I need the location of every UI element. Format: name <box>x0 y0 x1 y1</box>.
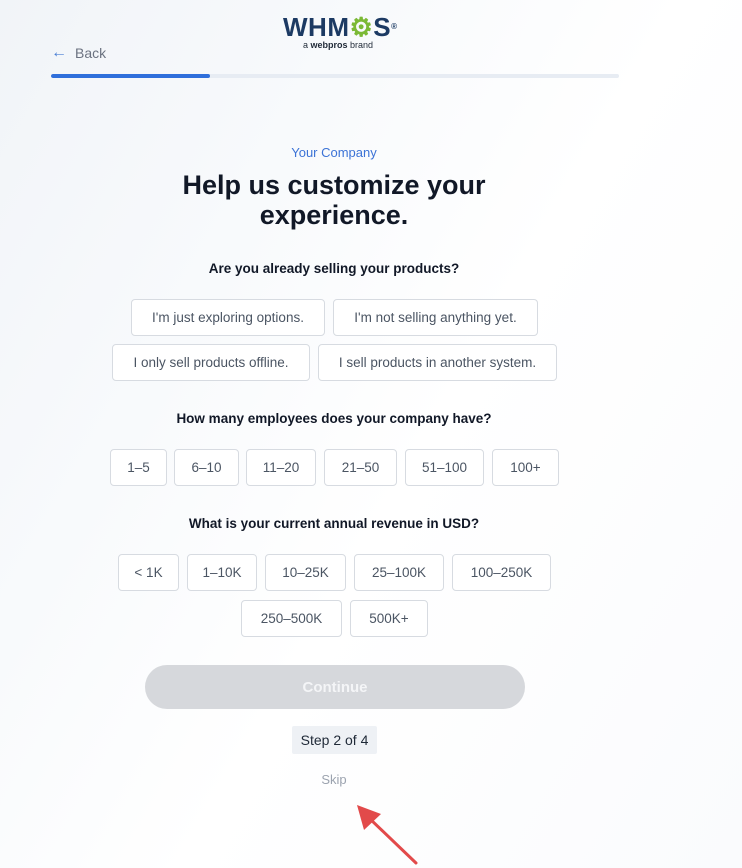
progress-fill <box>51 74 211 78</box>
option-employees-6-10[interactable]: 6–10 <box>174 449 239 486</box>
option-revenue-500k-plus[interactable]: 500K+ <box>350 600 428 637</box>
option-employees-1-5[interactable]: 1–5 <box>110 449 167 486</box>
option-offline[interactable]: I only sell products offline. <box>112 344 310 381</box>
option-employees-21-50[interactable]: 21–50 <box>324 449 397 486</box>
option-revenue-250-500k[interactable]: 250–500K <box>241 600 342 637</box>
logo-wordmark: WHM⚙S® <box>283 12 398 42</box>
skip-link[interactable]: Skip <box>0 772 668 787</box>
continue-button[interactable]: Continue <box>145 665 525 709</box>
option-employees-100-plus[interactable]: 100+ <box>492 449 559 486</box>
back-label: Back <box>75 45 107 61</box>
gear-icon: ⚙ <box>349 12 374 42</box>
option-revenue-1-10k[interactable]: 1–10K <box>187 554 257 591</box>
annotation-arrow-icon <box>357 805 418 865</box>
option-not-selling[interactable]: I'm not selling anything yet. <box>333 299 538 336</box>
option-revenue-100-250k[interactable]: 100–250K <box>452 554 551 591</box>
page-title: Help us customize your experience. <box>182 170 486 230</box>
brand-logo: WHM⚙S® a webpros brand <box>283 12 398 50</box>
option-revenue-lt-1k[interactable]: < 1K <box>118 554 179 591</box>
question-employees: How many employees does your company hav… <box>176 411 492 426</box>
option-revenue-10-25k[interactable]: 10–25K <box>265 554 346 591</box>
option-exploring[interactable]: I'm just exploring options. <box>131 299 325 336</box>
option-employees-11-20[interactable]: 11–20 <box>246 449 316 486</box>
question-selling: Are you already selling your products? <box>208 261 460 276</box>
option-other-system[interactable]: I sell products in another system. <box>318 344 557 381</box>
option-revenue-25-100k[interactable]: 25–100K <box>354 554 444 591</box>
arrow-left-icon: ← <box>51 44 67 61</box>
option-employees-51-100[interactable]: 51–100 <box>405 449 484 486</box>
back-button[interactable]: ← Back <box>51 44 107 62</box>
question-revenue: What is your current annual revenue in U… <box>188 516 480 531</box>
step-indicator: Step 2 of 4 <box>292 726 377 754</box>
progress-bar <box>51 74 619 78</box>
section-eyebrow: Your Company <box>291 145 377 160</box>
